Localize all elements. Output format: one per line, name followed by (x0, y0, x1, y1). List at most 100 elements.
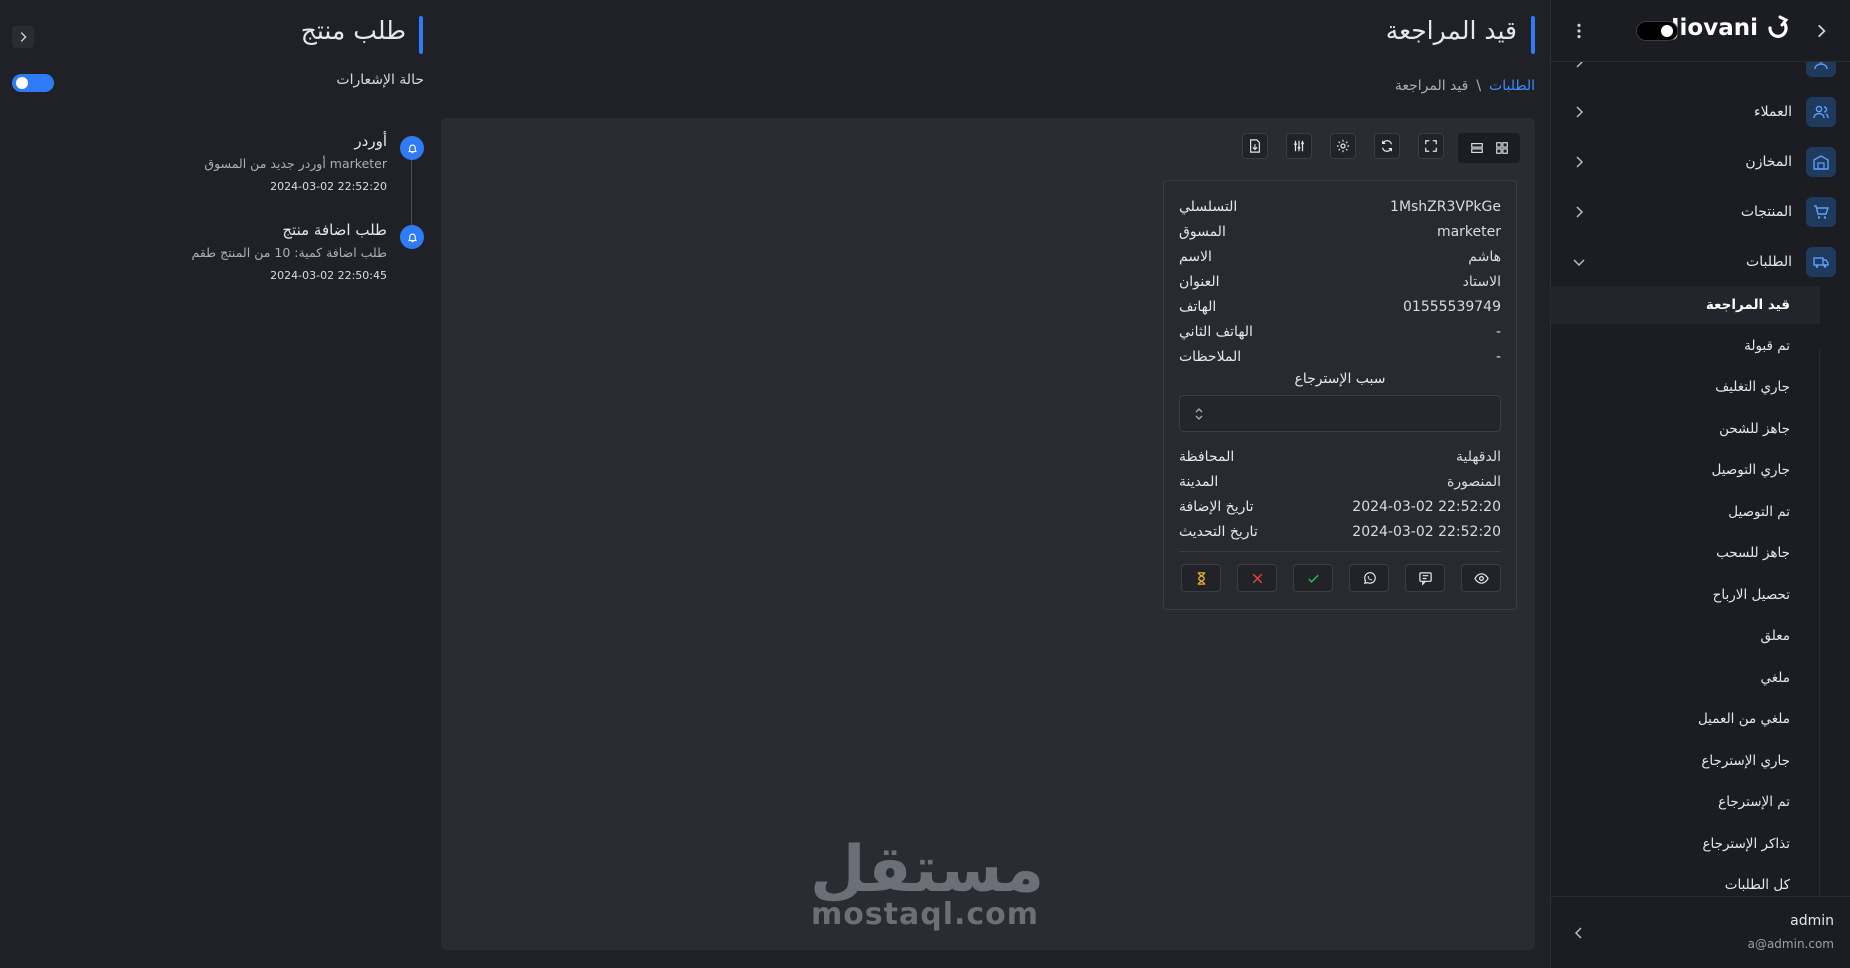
hourglass-icon (1197, 571, 1205, 585)
field-label: المحافظة (1179, 449, 1235, 465)
notification-item[interactable]: طلب اضافة منتج طلب اضافة كمية: 10 من الم… (100, 221, 387, 282)
submenu-item-returned[interactable]: تم الإسترجاع (1551, 783, 1820, 821)
expand-icon (1425, 140, 1437, 152)
file-export-icon (1250, 139, 1260, 153)
sidebar-item-products[interactable]: المنتجات (1551, 192, 1850, 232)
order-governorate: الدقهلية (1455, 449, 1501, 465)
settings-button[interactable] (1330, 133, 1356, 159)
sidebar-item-orders[interactable]: الطلبات (1551, 242, 1850, 282)
order-card: التسلسلي 1MshZR3VPkGe المسوق marketer الاس… (1163, 180, 1517, 610)
timeline-line (411, 150, 412, 236)
notification-title: أوردر (354, 132, 387, 150)
view-toggle (1458, 133, 1520, 163)
submenu-item-returning[interactable]: جاري الإسترجاع (1551, 742, 1820, 780)
refresh-button[interactable] (1374, 133, 1400, 159)
comment-order-button[interactable] (1405, 564, 1445, 592)
order-marketer-row: المسوق marketer (1179, 220, 1501, 244)
breadcrumb-link-orders[interactable]: الطلبات (1489, 78, 1535, 94)
field-label: التسلسلي (1179, 199, 1238, 215)
user-name: admin (1790, 913, 1834, 929)
notification-item[interactable]: أوردر أوردر جديد من المسوق marketer 2024… (100, 132, 387, 193)
order-updated-at: 2024-03-02 22:52:20 (1352, 524, 1501, 540)
chevron-down-icon (1571, 254, 1587, 270)
notifications-pane: طلب منتج حالة الإشعارات أوردر أوردر جديد… (0, 0, 441, 968)
sidebar-nav: العملاء المخازن المنتجات الطلبات قيد الم… (1551, 62, 1850, 896)
sidebar-item-label: العملاء (1754, 104, 1792, 120)
sidebar-user[interactable]: admin a@admin.com (1551, 896, 1850, 968)
chevron-right-icon[interactable] (12, 26, 34, 48)
watermark-logo: مستقل mostaql.com (810, 838, 1044, 932)
export-button[interactable] (1242, 133, 1268, 159)
sidebar: Jiovani العملاء المخازن المنتجات الطلبات… (1550, 0, 1850, 968)
chevron-right-icon (1571, 204, 1587, 220)
field-label: تاريخ التحديث (1179, 524, 1258, 540)
submenu-item-cancelled-by-customer[interactable]: ملغي من العميل (1551, 700, 1820, 738)
cart-icon (1806, 197, 1836, 227)
submenu-item-under-review[interactable]: قيد المراجعة (1551, 286, 1820, 324)
field-label: العنوان (1179, 274, 1220, 290)
notification-time: 2024-03-02 22:52:20 (270, 180, 387, 193)
field-label: الهاتف (1179, 299, 1217, 315)
message-icon (1418, 571, 1432, 586)
return-reason-select[interactable] (1179, 395, 1501, 432)
chevron-right-icon[interactable] (1812, 22, 1830, 40)
order-city-row: المدينة المنصورة (1179, 470, 1501, 494)
sidebar-item-marketers[interactable] (1551, 62, 1850, 82)
fullscreen-button[interactable] (1418, 133, 1444, 159)
brand-logo[interactable]: Jiovani (1671, 14, 1790, 42)
close-icon (1252, 573, 1262, 583)
order-governorate-row: المحافظة الدقهلية (1179, 445, 1501, 469)
order-address: الاستاد (1462, 274, 1501, 290)
page-title: قيد المراجعة (1385, 16, 1517, 45)
breadcrumb-current: قيد المراجعة (1394, 78, 1469, 94)
sidebar-item-warehouses[interactable]: المخازن (1551, 142, 1850, 182)
chevron-left-icon[interactable] (1571, 925, 1587, 941)
page-title-accent (1531, 16, 1535, 54)
submenu-item-return-tickets[interactable]: تذاكر الإسترجاع (1551, 825, 1820, 863)
user-tie-icon (1806, 62, 1836, 77)
gear-icon (1336, 139, 1350, 153)
submenu-item-delivered[interactable]: تم التوصيل (1551, 493, 1820, 531)
submenu-item-collect-profits[interactable]: تحصيل الارباح (1551, 576, 1820, 614)
accept-order-button[interactable] (1293, 564, 1333, 592)
grid-view-icon[interactable] (1493, 139, 1511, 157)
filter-button[interactable] (1286, 133, 1312, 159)
order-created-row: تاريخ الإضافة 2024-03-02 22:52:20 (1179, 495, 1501, 519)
order-updated-row: تاريخ التحديث 2024-03-02 22:52:20 (1179, 520, 1501, 544)
submenu-item-on-hold[interactable]: معلق (1551, 617, 1820, 655)
field-label: المدينة (1179, 474, 1219, 490)
order-created-at: 2024-03-02 22:52:20 (1352, 499, 1501, 515)
order-phone-row: الهاتف 01555539749 (1179, 295, 1501, 319)
submenu-item-all-orders[interactable]: كل الطلبات (1551, 866, 1820, 896)
notifications-toggle[interactable] (12, 74, 54, 92)
bell-icon (407, 233, 417, 242)
watermark-latin: mostaql.com (810, 897, 1040, 932)
submenu-item-delivering[interactable]: جاري التوصيل (1551, 451, 1820, 489)
reject-order-button[interactable] (1237, 564, 1277, 592)
pending-order-button[interactable] (1181, 564, 1221, 592)
whatsapp-icon (1363, 571, 1376, 584)
order-notes-row: الملاحظات - (1179, 345, 1501, 369)
view-order-button[interactable] (1461, 564, 1501, 592)
breadcrumb: الطلبات \ قيد المراجعة (1395, 78, 1535, 94)
kebab-menu-icon[interactable] (1570, 22, 1588, 40)
theme-toggle[interactable] (1636, 21, 1678, 41)
sidebar-item-label: المنتجات (1740, 204, 1792, 220)
sidebar-item-label: الطلبات (1746, 254, 1792, 270)
submenu-item-ready-to-withdraw[interactable]: جاهز للسحب (1551, 534, 1820, 572)
whatsapp-button[interactable] (1349, 564, 1389, 592)
sidebar-header: Jiovani (1551, 0, 1850, 62)
list-view-icon[interactable] (1468, 139, 1486, 157)
sidebar-item-customers[interactable]: العملاء (1551, 92, 1850, 132)
order-serial: 1MshZR3VPkGe (1390, 199, 1501, 215)
notification-desc: أوردر جديد من المسوق marketer (204, 156, 387, 171)
submenu-item-packing[interactable]: جاري التغليف (1551, 368, 1820, 406)
notification-desc: طلب اضافة كمية: 10 من المنتج طقم (191, 245, 387, 260)
field-label: الاسم (1179, 249, 1212, 265)
submenu-item-accepted[interactable]: تم قبولة (1551, 327, 1820, 365)
submenu-item-cancelled[interactable]: ملغي (1551, 659, 1820, 697)
chevron-right-icon (1571, 104, 1587, 120)
timeline-dot (400, 225, 424, 249)
order-serial-row: التسلسلي 1MshZR3VPkGe (1179, 195, 1501, 219)
submenu-item-ready-to-ship[interactable]: جاهز للشحن (1551, 410, 1820, 448)
